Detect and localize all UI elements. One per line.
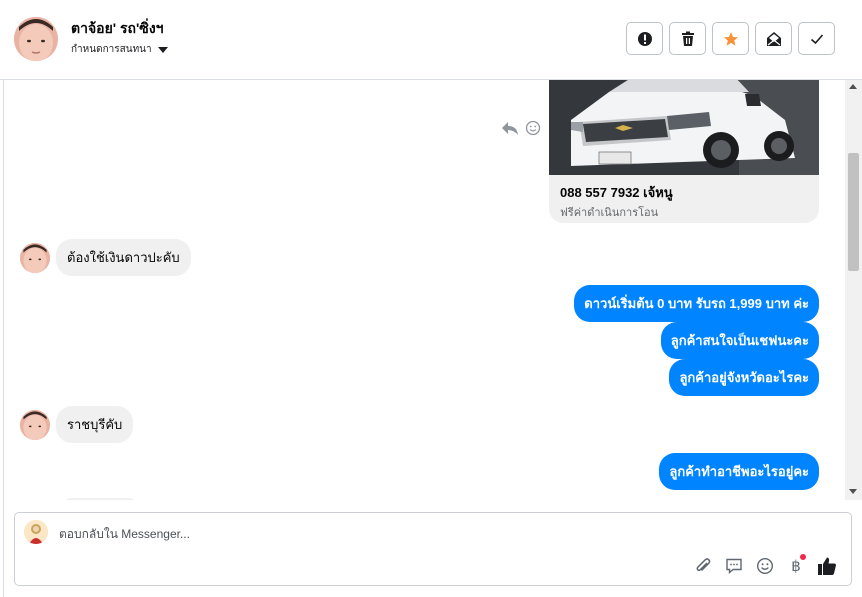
thread-header: ตาจ้อย' รถ'ซิ่งฯ กำหนดการสนทนา — [0, 0, 862, 80]
message-bubble[interactable]: ต้องใช้เงินดาวปะคับ — [56, 239, 191, 276]
emoji-button[interactable] — [754, 555, 776, 577]
messenger-thread: ตาจ้อย' รถ'ซิ่งฯ กำหนดการสนทนา 088 557 7… — [0, 0, 862, 597]
outgoing-message[interactable]: ลูกค้าสนใจเป็นเชฟนะคะ — [660, 322, 819, 359]
composer-tools: ฿ — [692, 554, 838, 577]
attach-file-button[interactable] — [692, 555, 714, 577]
conversation-scrollbar[interactable] — [845, 80, 862, 500]
reply-input[interactable] — [59, 527, 659, 541]
star-button[interactable] — [712, 22, 749, 55]
outgoing-message[interactable]: ลูกค้าอยู่จังหวัดอะไรคะ — [669, 359, 819, 396]
payment-button[interactable]: ฿ — [785, 554, 807, 577]
like-button[interactable] — [816, 555, 838, 577]
reply-icon[interactable] — [501, 120, 519, 136]
scroll-up-arrow-icon[interactable] — [849, 84, 857, 89]
conversation-status-dropdown[interactable]: กำหนดการสนทนา — [71, 42, 168, 57]
conversation-status-label: กำหนดการสนทนา — [71, 44, 152, 55]
message-tools — [501, 120, 541, 136]
outgoing-message[interactable]: ลูกค้าทำอาชีพอะไรอยู่คะ — [659, 453, 819, 490]
mark-unread-button[interactable] — [755, 22, 792, 55]
mark-spam-button[interactable] — [626, 22, 663, 55]
outgoing-message[interactable]: ดาวน์เริ่มต้น 0 บาท รับรถ 1,999 บาท ค่ะ — [574, 285, 819, 322]
notification-dot — [800, 554, 806, 560]
attachment-card[interactable]: 088 557 7932 เจ้หนู ฟรีค่าดำเนินการโอน — [549, 80, 819, 223]
mark-done-button[interactable] — [798, 22, 835, 55]
incoming-message: ราชบุรีคับ — [20, 406, 134, 443]
paperclip-icon — [696, 558, 711, 572]
mark-unread-icon — [766, 31, 781, 46]
contact-avatar[interactable] — [14, 17, 58, 61]
trash-icon — [681, 31, 694, 46]
check-icon — [810, 33, 823, 44]
left-divider — [0, 0, 4, 597]
react-emoji-icon[interactable] — [525, 120, 541, 136]
scrollbar-thumb[interactable] — [848, 153, 859, 271]
reply-composer: ฿ — [14, 512, 852, 586]
thumbs-up-icon — [818, 557, 836, 575]
emoji-icon — [756, 557, 774, 575]
saved-reply-icon — [726, 558, 742, 575]
attachment-description: ฟรีค่าดำเนินการโอน — [560, 207, 659, 219]
page-avatar — [24, 520, 48, 544]
contact-name[interactable]: ตาจ้อย' รถ'ซิ่งฯ — [71, 18, 164, 40]
conversation-pane[interactable]: 088 557 7932 เจ้หนู ฟรีค่าดำเนินการโอน ต… — [5, 80, 845, 500]
chevron-down-icon — [157, 46, 168, 53]
contact-avatar-small — [20, 242, 50, 273]
alert-icon — [637, 31, 652, 46]
saved-reply-button[interactable] — [723, 555, 745, 577]
star-icon — [723, 31, 738, 46]
scroll-down-arrow-icon[interactable] — [849, 489, 857, 494]
incoming-message: ต้องใช้เงินดาวปะคับ — [20, 239, 191, 276]
attachment-title: 088 557 7932 เจ้หนู — [560, 185, 673, 200]
thread-actions — [626, 22, 835, 55]
message-bubble[interactable]: ราชบุรีคับ — [56, 406, 134, 443]
contact-avatar-small — [20, 409, 50, 440]
partial-message-bubble — [66, 498, 134, 500]
delete-button[interactable] — [669, 22, 706, 55]
truck-photo — [549, 80, 819, 175]
baht-icon: ฿ — [791, 557, 801, 575]
